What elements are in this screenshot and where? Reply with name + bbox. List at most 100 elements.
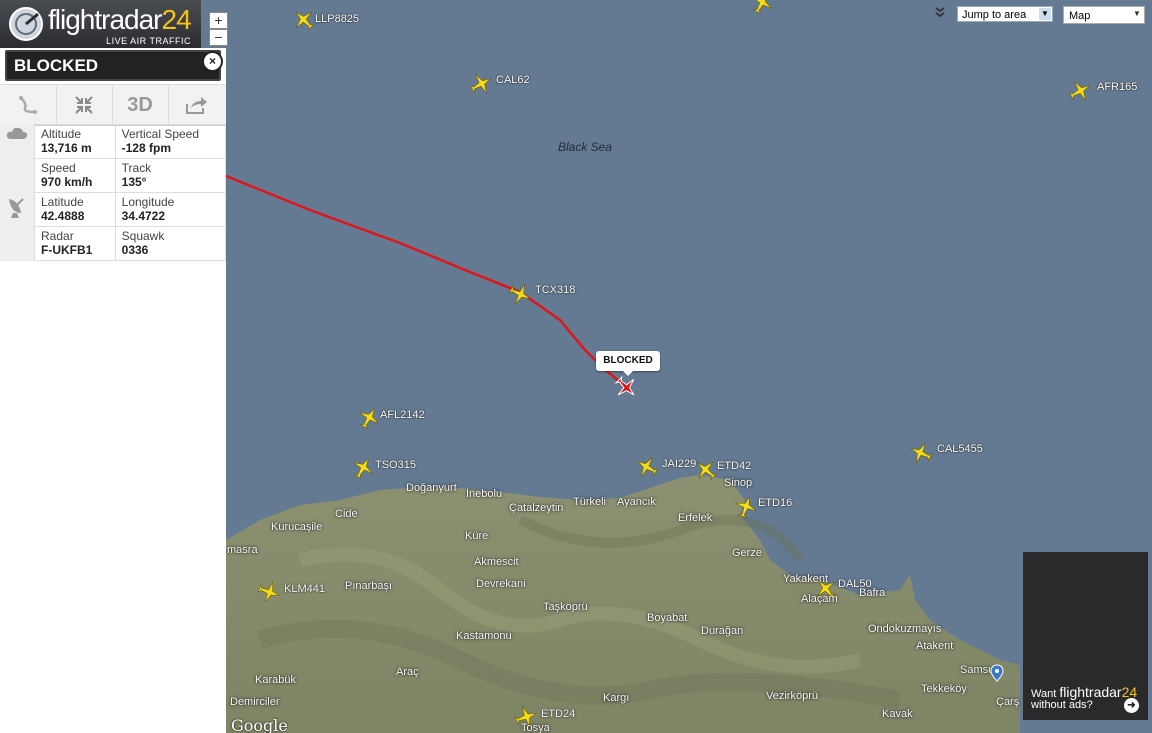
aircraft-icon[interactable]	[693, 457, 719, 483]
place-label: Demirciler	[230, 696, 280, 708]
share-icon	[186, 97, 207, 114]
place-label: Taşköprü	[543, 601, 588, 613]
brand-number: 24	[161, 4, 192, 35]
ad-headline: Want flightradar24	[1031, 684, 1137, 700]
place-label: Boyabat	[647, 612, 688, 624]
field-latitude: Latitude 42.4888	[34, 192, 116, 227]
aircraft-icon[interactable]	[733, 494, 759, 520]
field-squawk: Squawk 0336	[114, 226, 227, 261]
ad-subline: without ads?	[1031, 699, 1093, 711]
map-type-value: Map	[1069, 10, 1091, 22]
place-label: Türkeli	[573, 496, 607, 508]
aircraft-icon[interactable]	[908, 440, 934, 466]
flight-label[interactable]: LLP8825	[315, 13, 359, 25]
flight-label[interactable]: JAI229	[662, 458, 696, 470]
flight-label[interactable]: ETD24	[541, 708, 575, 720]
dropdown-arrow-icon: ▼	[1039, 8, 1051, 20]
field-vertical-speed: Vertical Speed -128 fpm	[114, 124, 227, 159]
field-value: F-UKFB1	[41, 243, 93, 257]
brand-main: flightradar	[48, 4, 163, 35]
place-label: Kavak	[882, 708, 913, 720]
close-panel-button[interactable]: ×	[202, 51, 223, 72]
field-value: -128 fpm	[121, 141, 171, 155]
flight-label[interactable]: ETD42	[717, 460, 751, 472]
place-label: Durağan	[701, 625, 744, 637]
brand-name: flightradar24	[48, 4, 192, 36]
google-logo: Google	[231, 716, 288, 733]
cloud-icon	[6, 127, 28, 139]
flight-label[interactable]: CAL5455	[937, 443, 983, 455]
aircraft-icon[interactable]	[749, 0, 775, 16]
place-label: Kastamonu	[456, 630, 512, 642]
place-label: Bafra	[859, 587, 886, 599]
location-pin-icon[interactable]	[990, 664, 1004, 682]
share-button[interactable]	[168, 85, 224, 125]
flight-label[interactable]: AFL2142	[380, 409, 425, 421]
field-label: Track	[121, 161, 152, 175]
zoom-in-button[interactable]: +	[209, 12, 228, 29]
flight-label[interactable]: AFR165	[1097, 81, 1137, 93]
flight-label[interactable]: TCX318	[535, 284, 575, 296]
fit-view-button[interactable]	[56, 85, 113, 125]
sea-label: Black Sea	[558, 140, 613, 154]
flight-label[interactable]: KLM441	[284, 583, 325, 595]
place-label: Doğanyurt	[406, 482, 457, 494]
field-label: Squawk	[121, 229, 165, 243]
route-icon	[19, 96, 37, 114]
field-radar: Radar F-UKFB1	[34, 226, 116, 261]
place-label: Yakakent	[783, 573, 829, 585]
place-label: Kurucaşile	[271, 521, 323, 533]
collapse-chevron-icon[interactable]	[934, 6, 948, 20]
aircraft-icon[interactable]	[1067, 78, 1093, 104]
place-label: Tosya	[521, 722, 550, 733]
aircraft-icon[interactable]	[507, 281, 533, 307]
aircraft-icon[interactable]	[350, 455, 376, 481]
field-track: Track 135°	[114, 158, 227, 193]
selected-flight-callout[interactable]: BLOCKED	[596, 351, 660, 376]
app-logo[interactable]: flightradar24 LIVE AIR TRAFFIC	[0, 0, 201, 48]
jump-to-area-select[interactable]: Jump to area ▼	[957, 6, 1053, 22]
flight-label[interactable]: TSO315	[375, 459, 416, 471]
flight-info-panel: BLOCKED × 3D Altitude 13,716 m Vertical S…	[0, 48, 227, 733]
show-route-button[interactable]	[0, 85, 57, 125]
radar-cell	[0, 192, 35, 261]
aircraft-icon[interactable]	[634, 454, 660, 480]
place-label: Akmescit	[474, 556, 519, 568]
place-label: Karabük	[255, 674, 296, 686]
flight-label[interactable]: ETD16	[758, 497, 792, 509]
brand-tagline: LIVE AIR TRAFFIC	[106, 36, 191, 46]
aircraft-icon[interactable]	[291, 7, 317, 33]
place-label: Araç	[396, 666, 419, 678]
field-label: Radar	[41, 229, 74, 243]
field-value: 42.4888	[41, 209, 85, 223]
3d-view-button[interactable]: 3D	[112, 85, 169, 125]
remove-ads-banner[interactable]: Want flightradar24 without ads? ➜	[1023, 552, 1148, 720]
field-speed: Speed 970 km/h	[34, 158, 116, 193]
map-type-select[interactable]: Map ▼	[1063, 6, 1145, 24]
place-label: Tekkeköy	[921, 683, 967, 695]
field-label: Vertical Speed	[121, 127, 200, 141]
flight-details-table: Altitude 13,716 m Vertical Speed -128 fpm …	[0, 124, 227, 261]
aircraft-icon[interactable]	[468, 71, 494, 97]
field-value: 13,716 m	[41, 141, 92, 155]
ad-brand-main: flightradar	[1059, 684, 1122, 700]
flight-label[interactable]: CAL62	[496, 74, 530, 86]
place-label: Gerze	[732, 547, 762, 559]
field-value: 970 km/h	[41, 175, 93, 189]
jump-to-area-value: Jump to area	[962, 9, 1027, 21]
field-value: 135°	[121, 175, 147, 189]
place-label: Ondokuzmayıs	[868, 623, 942, 635]
place-label: Kargı	[603, 692, 630, 704]
place-label: Cide	[335, 508, 358, 520]
ad-go-button[interactable]: ➜	[1124, 698, 1139, 713]
field-label: Latitude	[41, 195, 84, 209]
field-label: Speed	[41, 161, 76, 175]
aircraft-icon[interactable]	[356, 405, 382, 431]
place-label: Çatalzeytin	[509, 502, 564, 514]
aircraft-icon[interactable]	[256, 579, 282, 605]
place-label: Çarş	[996, 696, 1020, 708]
zoom-out-button[interactable]: −	[209, 29, 228, 46]
flight-status: BLOCKED	[14, 56, 99, 75]
field-label: Longitude	[121, 195, 175, 209]
radar-globe-icon	[9, 7, 43, 41]
